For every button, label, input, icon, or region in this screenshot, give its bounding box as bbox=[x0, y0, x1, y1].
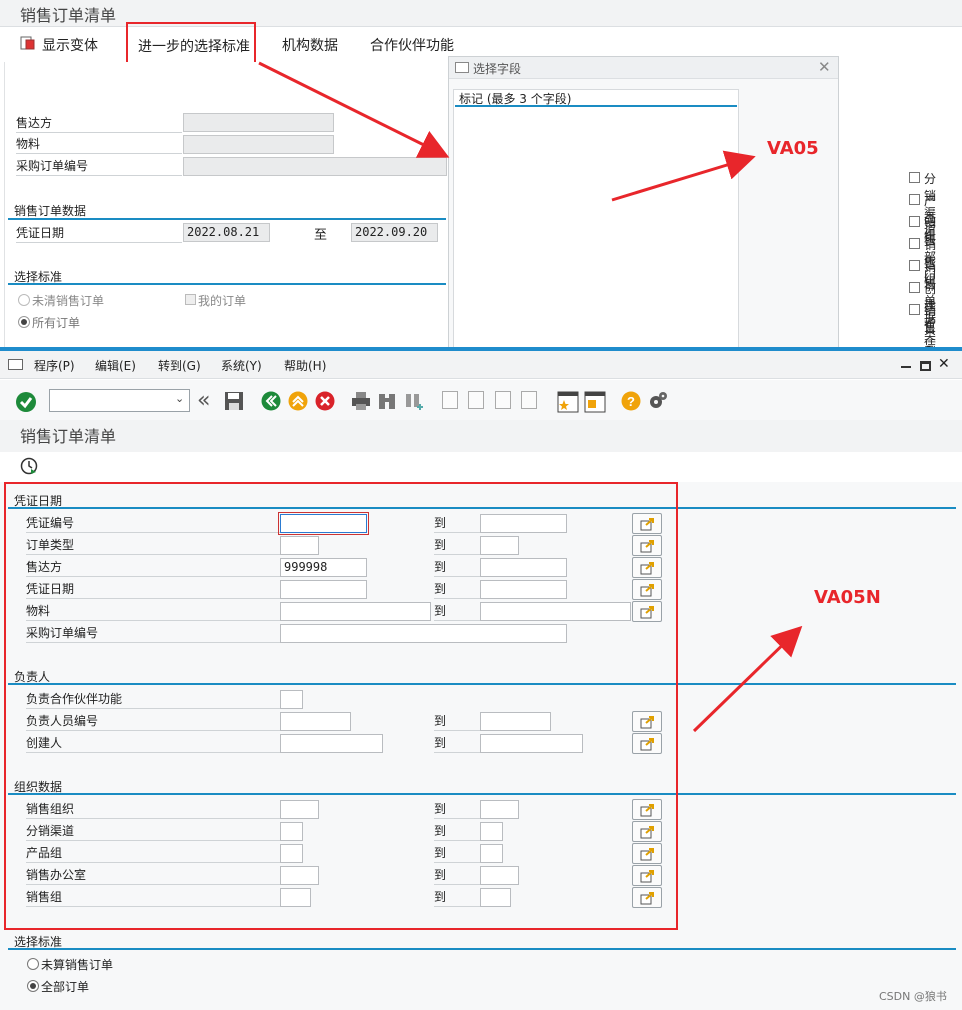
va05n-label: VA05N bbox=[814, 587, 881, 608]
annotation-arrow-va05n bbox=[692, 625, 803, 733]
watermark: CSDN @狼书 bbox=[879, 990, 947, 1003]
